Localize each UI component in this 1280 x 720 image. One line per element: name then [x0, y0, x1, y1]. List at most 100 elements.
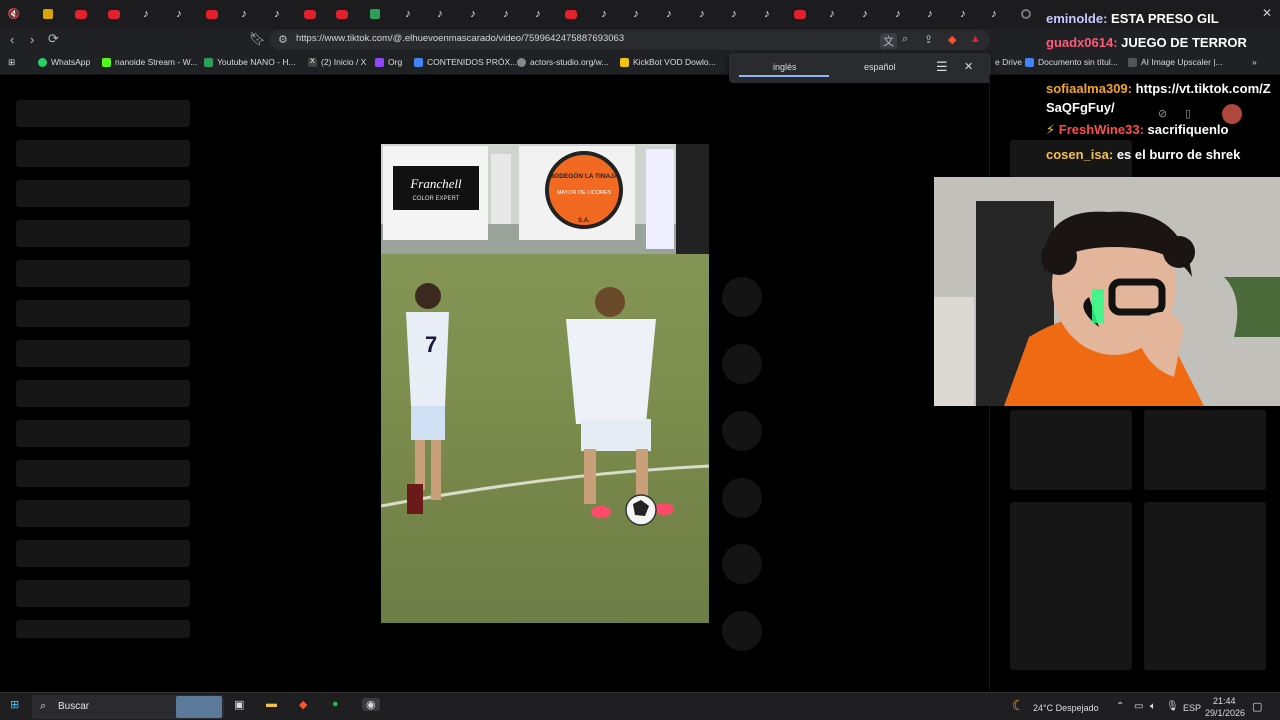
tab-tiktok-icon[interactable]: ♪: [498, 7, 514, 21]
tab-youtube-icon[interactable]: [106, 7, 122, 21]
tab-youtube-icon[interactable]: [73, 7, 89, 21]
menu-icon[interactable]: ☰: [936, 59, 948, 75]
skeleton-item: [16, 100, 190, 127]
clock-date[interactable]: 29/1/2026: [1205, 708, 1245, 718]
tab-youtube-icon[interactable]: [302, 7, 318, 21]
skeleton-card: [1010, 502, 1132, 670]
skeleton-item: [16, 540, 190, 567]
url-text[interactable]: https://www.tiktok.com/@.elhuevoenmascar…: [296, 33, 624, 44]
tab-tiktok-icon[interactable]: ♪: [726, 7, 742, 21]
network-icon[interactable]: ▭: [1134, 701, 1143, 712]
bookmark-x[interactable]: X (2) Inicio / X: [308, 57, 366, 67]
translate-source-tab[interactable]: inglés: [773, 62, 797, 72]
chat-text: es el burro de shrek: [1116, 147, 1241, 162]
brave-browser-icon[interactable]: ◆: [299, 698, 307, 711]
spotify-icon[interactable]: ●: [332, 698, 339, 710]
tab-tiktok-icon[interactable]: ♪: [922, 7, 938, 21]
tab-tiktok-icon[interactable]: ♪: [400, 7, 416, 21]
tab-tiktok-icon[interactable]: ♪: [596, 7, 612, 21]
tab-muted-icon[interactable]: 🔇: [6, 7, 22, 21]
music-disc-button[interactable]: [722, 611, 762, 651]
file-explorer-icon[interactable]: ▬: [266, 698, 277, 710]
tab-globe-icon[interactable]: [1018, 7, 1034, 21]
tiktok-video-player[interactable]: Franchell COLOR EXPERT BODEGÓN LA TINAJA…: [381, 144, 709, 623]
tab-tiktok-icon[interactable]: ♪: [661, 7, 677, 21]
language-indicator[interactable]: ESP: [1183, 703, 1201, 713]
tab-youtube-icon[interactable]: [563, 7, 579, 21]
banner-bodegon-sa: S.A.: [578, 218, 590, 224]
search-box[interactable]: ⌕ Buscar: [32, 695, 224, 719]
search-placeholder: Buscar: [58, 701, 90, 712]
zoom-icon[interactable]: ⌕: [902, 33, 908, 46]
tab-youtube-icon[interactable]: [334, 7, 350, 21]
like-button[interactable]: [722, 277, 762, 317]
tab-tiktok-icon[interactable]: ♪: [694, 7, 710, 21]
bookmark-kickbot[interactable]: KickBot VOD Dowlo...: [620, 57, 716, 67]
brave-rewards-icon[interactable]: ▲: [970, 33, 981, 45]
reload-icon[interactable]: ⟳: [48, 31, 59, 47]
tab-tiktok-icon[interactable]: ♪: [986, 7, 1002, 21]
tab-tiktok-icon[interactable]: ♪: [759, 7, 775, 21]
back-arrow-icon[interactable]: ‹: [10, 32, 14, 47]
chat-message: guadx0614: JUEGO DE TERROR: [1046, 35, 1247, 50]
chat-message: eminolde: ESTA PRESO GIL: [1046, 11, 1219, 26]
tab-sheets-icon[interactable]: [40, 7, 56, 21]
tab-tiktok-icon[interactable]: ♪: [857, 7, 873, 21]
skeleton-card: [1010, 410, 1132, 490]
tab-tiktok-icon[interactable]: ♪: [955, 7, 971, 21]
window-close-icon[interactable]: ✕: [1262, 6, 1272, 20]
notifications-icon[interactable]: ▢: [1252, 700, 1262, 713]
site-settings-icon[interactable]: ⚙︎: [278, 33, 288, 46]
chat-username: sofiaalma309: [1046, 81, 1128, 96]
bookmark-whatsapp[interactable]: WhatsApp: [38, 57, 90, 67]
save-button[interactable]: [722, 411, 762, 451]
close-icon[interactable]: ✕: [964, 60, 973, 73]
bookmark-nanoide-stream[interactable]: nanoide Stream - W...: [102, 57, 197, 67]
bookmark-drive[interactable]: e Drive: [995, 57, 1022, 67]
tab-tiktok-icon[interactable]: ♪: [465, 7, 481, 21]
clock-time[interactable]: 21:44: [1213, 696, 1236, 706]
bookmark-org[interactable]: Org: [375, 57, 402, 67]
forward-arrow-icon[interactable]: ›: [30, 32, 34, 47]
bookmark-label: AI Image Upscaler |...: [1141, 57, 1223, 67]
bookmark-icon[interactable]: 🔖︎: [249, 31, 266, 47]
apps-grid-icon[interactable]: ⊞: [8, 57, 15, 68]
tab-tiktok-icon[interactable]: ♪: [236, 7, 252, 21]
tab-sheets-icon[interactable]: [367, 7, 383, 21]
tab-youtube-icon[interactable]: [792, 7, 808, 21]
obs-icon[interactable]: ◉: [362, 698, 380, 711]
bookmark-actors-studio[interactable]: actors-studio.org/w...: [517, 57, 608, 67]
chat-text: sacrifiquenlo: [1147, 122, 1229, 137]
weather-moon-icon[interactable]: ☾: [1012, 697, 1025, 714]
bookmark-documento[interactable]: Documento sin títul...: [1025, 57, 1118, 67]
start-icon[interactable]: ⊞: [10, 698, 19, 711]
tab-tiktok-icon[interactable]: ♪: [269, 7, 285, 21]
bookmark-ai-upscaler[interactable]: AI Image Upscaler |...: [1128, 57, 1223, 67]
tab-youtube-icon[interactable]: [204, 7, 220, 21]
bookmark-youtube-nano[interactable]: Youtube NANO - H...: [204, 57, 296, 67]
comment-button[interactable]: [722, 344, 762, 384]
more-bookmarks-icon[interactable]: »: [1252, 57, 1257, 67]
tab-tiktok-icon[interactable]: ♪: [890, 7, 906, 21]
brave-shield-icon[interactable]: ◆: [948, 33, 956, 46]
chevron-up-icon[interactable]: ⌃: [1116, 701, 1124, 712]
address-bar[interactable]: ⚙︎ https://www.tiktok.com/@.elhuevoenmas…: [270, 30, 990, 50]
share-button[interactable]: [722, 478, 762, 518]
bookmark-contenidos[interactable]: CONTENIDOS PRÓX...: [414, 57, 517, 67]
translate-target-tab[interactable]: español: [864, 62, 896, 72]
more-button[interactable]: [722, 544, 762, 584]
weather-text[interactable]: 24°C Despejado: [1033, 703, 1099, 713]
tab-tiktok-icon[interactable]: ♪: [628, 7, 644, 21]
tab-tiktok-icon[interactable]: ♪: [824, 7, 840, 21]
tab-tiktok-icon[interactable]: ♪: [171, 7, 187, 21]
tab-tiktok-icon[interactable]: ♪: [432, 7, 448, 21]
bookmark-label: nanoide Stream - W...: [115, 57, 198, 67]
tab-tiktok-icon[interactable]: ♪: [138, 7, 154, 21]
microphone-icon[interactable]: 🎙︎: [1166, 701, 1179, 712]
tab-tiktok-icon[interactable]: ♪: [530, 7, 546, 21]
banner-bodegon-name: BODEGÓN LA TINAJA: [549, 171, 618, 180]
translate-icon[interactable]: 文: [880, 33, 897, 49]
share-icon[interactable]: ⇪: [924, 33, 933, 46]
task-view-icon[interactable]: ▣: [234, 698, 244, 711]
volume-icon[interactable]: 🔈︎: [1150, 701, 1156, 712]
